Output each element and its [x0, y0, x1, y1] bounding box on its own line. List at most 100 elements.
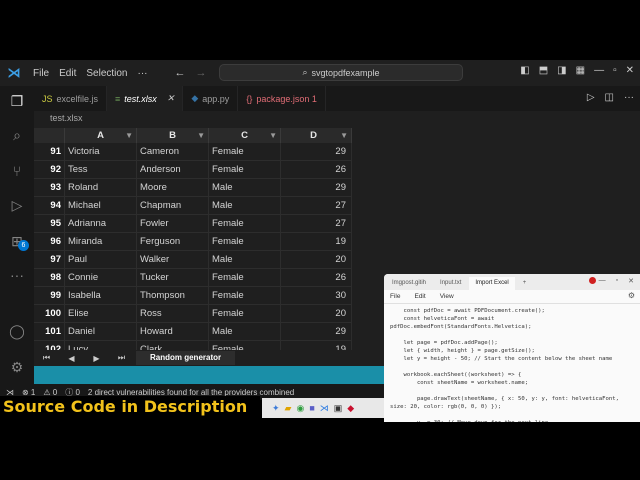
run-icon[interactable]: ▷	[587, 92, 595, 103]
last-name-cell[interactable]: Ross	[137, 305, 209, 322]
first-name-cell[interactable]: Adrianna	[65, 215, 137, 232]
prev-sheet-icon[interactable]: ◀	[59, 354, 84, 363]
first-sheet-icon[interactable]: ⏮	[34, 353, 59, 363]
row-number-cell[interactable]: 91	[34, 143, 65, 160]
row-number-cell[interactable]: 100	[34, 305, 65, 322]
menu-edit[interactable]: Edit	[54, 68, 81, 79]
taskbar-app3-icon[interactable]: ◆	[347, 403, 354, 414]
last-name-cell[interactable]: Fowler	[137, 215, 209, 232]
last-name-cell[interactable]: Howard	[137, 323, 209, 340]
first-name-cell[interactable]: Isabella	[65, 287, 137, 304]
maximize-icon[interactable]: ▫	[616, 277, 618, 285]
close-window-icon[interactable]: ✕	[626, 65, 634, 76]
customize-layout-icon[interactable]: ▦	[576, 65, 585, 76]
age-cell[interactable]: 20	[281, 305, 352, 322]
source-control-icon[interactable]: ⑂	[8, 162, 26, 180]
gender-cell[interactable]: Female	[209, 215, 281, 232]
age-cell[interactable]: 27	[281, 215, 352, 232]
notepad-tab[interactable]: Input.txt	[434, 277, 467, 290]
toggle-secondary-sidebar-icon[interactable]: ◨	[557, 65, 566, 76]
row-number-cell[interactable]: 92	[34, 161, 65, 178]
column-header-a[interactable]: A ▼	[65, 128, 137, 143]
last-name-cell[interactable]: Cameron	[137, 143, 209, 160]
gender-cell[interactable]: Male	[209, 179, 281, 196]
new-tab-icon[interactable]: +	[517, 277, 533, 290]
code-text[interactable]: const pdfDoc = await PDFDocument.create(…	[384, 304, 640, 422]
age-cell[interactable]: 26	[281, 161, 352, 178]
last-name-cell[interactable]: Ferguson	[137, 233, 209, 250]
notepad-tab-active[interactable]: Import Excel	[469, 277, 515, 290]
gender-cell[interactable]: Female	[209, 233, 281, 250]
breadcrumb[interactable]: test.xlsx	[50, 113, 83, 123]
forward-arrow-icon[interactable]: →	[196, 67, 207, 79]
taskbar-teams-icon[interactable]: ■	[309, 403, 314, 413]
first-name-cell[interactable]: Tess	[65, 161, 137, 178]
age-cell[interactable]: 29	[281, 143, 352, 160]
more-icon[interactable]: ···	[8, 266, 26, 284]
gender-cell[interactable]: Female	[209, 287, 281, 304]
first-name-cell[interactable]: Roland	[65, 179, 137, 196]
age-cell[interactable]: 30	[281, 287, 352, 304]
gender-cell[interactable]: Male	[209, 251, 281, 268]
menu-edit[interactable]: Edit	[414, 290, 425, 303]
menu-view[interactable]: View	[440, 290, 454, 303]
row-number-cell[interactable]: 101	[34, 323, 65, 340]
age-cell[interactable]: 27	[281, 197, 352, 214]
more-actions-icon[interactable]: ···	[624, 92, 634, 103]
notepad-tab[interactable]: Imgpost.gitih	[386, 277, 432, 290]
back-arrow-icon[interactable]: ←	[175, 67, 186, 79]
filter-icon[interactable]: ▼	[340, 128, 348, 143]
age-cell[interactable]: 29	[281, 179, 352, 196]
settings-gear-icon[interactable]: ⚙	[628, 291, 635, 300]
last-name-cell[interactable]: Chapman	[137, 197, 209, 214]
taskbar-app2-icon[interactable]: ▣	[334, 403, 343, 414]
menu-file[interactable]: File	[28, 68, 54, 79]
column-header-d[interactable]: D ▼	[281, 128, 352, 143]
first-name-cell[interactable]: Michael	[65, 197, 137, 214]
menu-file[interactable]: File	[390, 290, 400, 303]
row-number-cell[interactable]: 96	[34, 233, 65, 250]
taskbar-folder-icon[interactable]: ▰	[285, 403, 292, 414]
next-sheet-icon[interactable]: ▶	[84, 354, 109, 363]
last-name-cell[interactable]: Walker	[137, 251, 209, 268]
row-number-cell[interactable]: 97	[34, 251, 65, 268]
run-debug-icon[interactable]: ▷	[8, 196, 26, 214]
tab-excelfile-js[interactable]: JS excelfile.js	[34, 86, 108, 111]
first-name-cell[interactable]: Miranda	[65, 233, 137, 250]
first-name-cell[interactable]: Elise	[65, 305, 137, 322]
gender-cell[interactable]: Female	[209, 269, 281, 286]
first-name-cell[interactable]: Victoria	[65, 143, 137, 160]
toggle-panel-icon[interactable]: ⬒	[539, 65, 548, 76]
menu-selection[interactable]: Selection	[81, 68, 132, 79]
row-number-cell[interactable]: 93	[34, 179, 65, 196]
age-cell[interactable]: 19	[281, 233, 352, 250]
taskbar-app-icon[interactable]: ✦	[272, 403, 280, 414]
gender-cell[interactable]: Female	[209, 161, 281, 178]
close-icon[interactable]: ✕	[628, 277, 634, 285]
gender-cell[interactable]: Female	[209, 305, 281, 322]
row-number-cell[interactable]: 95	[34, 215, 65, 232]
gender-cell[interactable]: Female	[209, 143, 281, 160]
taskbar-chrome-icon[interactable]: ◉	[296, 403, 304, 414]
split-editor-icon[interactable]: ◫	[605, 92, 614, 103]
first-name-cell[interactable]: Paul	[65, 251, 137, 268]
row-number-cell[interactable]: 99	[34, 287, 65, 304]
toggle-sidebar-icon[interactable]: ◧	[520, 65, 529, 76]
tab-package-json[interactable]: {} package.json 1	[238, 86, 326, 111]
sheet-tab-random-generator[interactable]: Random generator	[136, 351, 236, 365]
age-cell[interactable]: 20	[281, 251, 352, 268]
first-name-cell[interactable]: Daniel	[65, 323, 137, 340]
column-header-c[interactable]: C ▼	[209, 128, 281, 143]
search-icon[interactable]: ⌕	[8, 126, 26, 144]
age-cell[interactable]: 29	[281, 323, 352, 340]
row-number-cell[interactable]: 94	[34, 197, 65, 214]
last-name-cell[interactable]: Anderson	[137, 161, 209, 178]
minimize-icon[interactable]: —	[599, 277, 606, 285]
maximize-icon[interactable]: ▫	[613, 65, 617, 76]
taskbar-vscode-icon[interactable]: ⋊	[320, 403, 329, 414]
tab-app-py[interactable]: ◆ app.py	[183, 86, 239, 111]
gender-cell[interactable]: Male	[209, 197, 281, 214]
first-name-cell[interactable]: Connie	[65, 269, 137, 286]
last-name-cell[interactable]: Tucker	[137, 269, 209, 286]
gender-cell[interactable]: Male	[209, 323, 281, 340]
